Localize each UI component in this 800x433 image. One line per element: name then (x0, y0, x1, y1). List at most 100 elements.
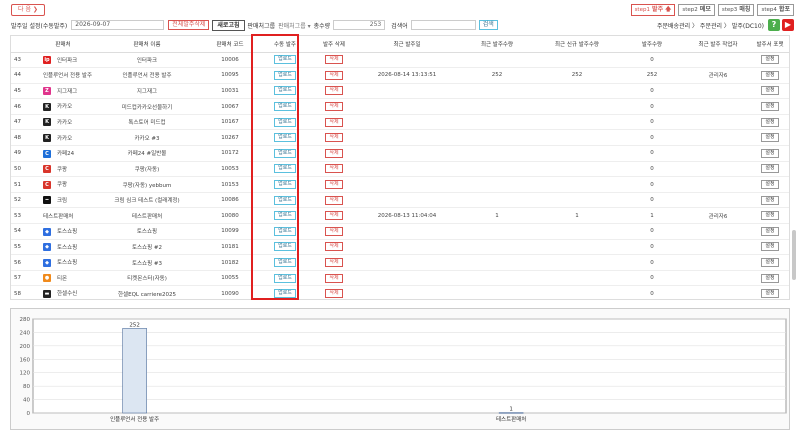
format-settings-button[interactable]: 설정 (761, 117, 779, 127)
delete-button[interactable]: 삭제 (325, 195, 343, 205)
delete-button[interactable]: 삭제 (325, 289, 343, 299)
delete-button[interactable]: 삭제 (325, 273, 343, 283)
delete-button[interactable]: 삭제 (325, 55, 343, 65)
delete-button[interactable]: 삭제 (325, 102, 343, 112)
step-button-2[interactable]: step2 메모 (678, 4, 715, 16)
upload-button[interactable]: 업로드 (274, 164, 296, 174)
format-settings-button[interactable]: 설정 (761, 258, 779, 268)
format-settings-button[interactable]: 설정 (761, 273, 779, 283)
step-prefix: step2 (682, 7, 698, 13)
shop-code-text: 10031 (221, 87, 239, 94)
upload-button[interactable]: 업로드 (274, 273, 296, 283)
shop-display-name-text: 쿠팡(자동) yebbum (122, 182, 172, 189)
shop-cell: Z 지그재그 (33, 83, 93, 100)
play-icon[interactable]: ▶ (782, 19, 794, 31)
format-settings-button[interactable]: 설정 (761, 86, 779, 96)
order-qty-text: 0 (650, 259, 654, 266)
delete-button-cell: 삭제 (311, 176, 357, 193)
row-number-text: 48 (14, 134, 21, 141)
upload-button[interactable]: 업로드 (274, 102, 296, 112)
column-header: 발주 삭제 (311, 36, 357, 53)
order-qty: 0 (617, 270, 687, 287)
delete-all-orders-button[interactable]: 전체발주삭제 (168, 20, 210, 30)
recent-order-worker (687, 223, 749, 240)
delete-button[interactable]: 삭제 (325, 226, 343, 236)
delete-button[interactable]: 삭제 (325, 117, 343, 127)
recent-new-order-qty-text: 252 (571, 72, 583, 79)
row-number-text: 54 (14, 228, 21, 235)
table-body: 43 ip 인터파크 인터파크 10006 업로드 삭제 0 설정 44 인플루언서 전용 발주 인플… (11, 52, 789, 299)
format-settings-button[interactable]: 설정 (761, 211, 779, 221)
delete-button[interactable]: 삭제 (325, 86, 343, 96)
format-settings-button-cell: 설정 (749, 239, 789, 256)
delete-button-cell: 삭제 (311, 254, 357, 271)
delete-button[interactable]: 삭제 (325, 164, 343, 174)
format-settings-button[interactable]: 설정 (761, 102, 779, 112)
refresh-button[interactable]: 새로고침 (212, 19, 245, 31)
shop-name: 지그재그 (57, 88, 78, 95)
search-input[interactable] (410, 20, 476, 30)
y-tick-label: 160 (20, 357, 31, 363)
delete-button[interactable]: 삭제 (325, 180, 343, 190)
upload-button[interactable]: 업로드 (274, 195, 296, 205)
delete-button[interactable]: 삭제 (325, 148, 343, 158)
delete-button[interactable]: 삭제 (325, 258, 343, 268)
upload-button[interactable]: 업로드 (274, 148, 296, 158)
breadcrumb: 주문배송관리 〉 주문관리 〉 발주(DC10) (657, 23, 764, 30)
table-row: 52 ━ 크림 크림 심크 테스트 (컬래계정) 10086 업로드 삭제 0 설정 (11, 192, 789, 209)
upload-button[interactable]: 업로드 (274, 226, 296, 236)
recent-order-qty (457, 161, 537, 178)
recent-order-qty: 252 (457, 67, 537, 84)
column-header: 판매처 이름 (93, 36, 201, 53)
y-tick-label: 120 (20, 371, 31, 377)
delete-button-cell: 삭제 (311, 129, 357, 147)
upload-button[interactable]: 업로드 (274, 258, 296, 268)
format-settings-button-cell: 설정 (749, 161, 789, 178)
format-settings-button[interactable]: 설정 (761, 242, 779, 252)
format-settings-button[interactable]: 설정 (761, 70, 779, 80)
upload-button[interactable]: 업로드 (274, 55, 296, 65)
format-settings-button-cell: 설정 (749, 98, 789, 115)
upload-button[interactable]: 업로드 (274, 289, 296, 299)
format-settings-button[interactable]: 설정 (761, 195, 779, 205)
format-settings-button[interactable]: 설정 (761, 289, 779, 299)
format-settings-button[interactable]: 설정 (761, 180, 779, 190)
format-settings-button[interactable]: 설정 (761, 164, 779, 174)
upload-button[interactable]: 업로드 (274, 70, 296, 80)
shop-display-name-text: 토스쇼핑 (136, 229, 158, 236)
shop-display-name: 티켓몬스터(자동) (93, 270, 201, 287)
shop-display-name: 카페24 #일반몰 (93, 145, 201, 162)
delete-button[interactable]: 삭제 (325, 242, 343, 252)
help-button[interactable]: ? (768, 19, 780, 31)
next-button[interactable]: 다 음 ❯ (11, 4, 45, 16)
upload-button[interactable]: 업로드 (274, 133, 296, 143)
row-number: 53 (11, 207, 33, 225)
upload-button[interactable]: 업로드 (274, 211, 296, 221)
step-button-1[interactable]: step1 발주 🡅 (630, 4, 676, 16)
format-settings-button[interactable]: 설정 (761, 226, 779, 236)
format-settings-button[interactable]: 설정 (761, 55, 779, 65)
shop-group-select[interactable]: 판매처그룹 ▾ (278, 21, 311, 30)
step-button-3[interactable]: step3 매칭 (717, 4, 755, 16)
shop-name: 쿠팡 (57, 166, 68, 173)
format-settings-button[interactable]: 설정 (761, 148, 779, 158)
delete-button[interactable]: 삭제 (325, 133, 343, 143)
recent-order-date (357, 145, 457, 162)
upload-button[interactable]: 업로드 (274, 86, 296, 96)
row-number-text: 51 (14, 181, 21, 188)
delete-button[interactable]: 삭제 (325, 211, 343, 221)
shop-code-text: 10086 (221, 197, 239, 204)
table-row: 57 ● 티몬 티켓몬스터(자동) 10055 업로드 삭제 0 설정 (11, 270, 789, 287)
order-qty-text: 0 (650, 197, 654, 204)
step-button-4[interactable]: step4 합포 (757, 4, 794, 16)
delete-button[interactable]: 삭제 (325, 70, 343, 80)
format-settings-button[interactable]: 설정 (761, 133, 779, 143)
search-button[interactable]: 검색 (478, 20, 498, 30)
order-date-input[interactable]: 2026-09-07 (71, 20, 165, 30)
upload-button[interactable]: 업로드 (274, 117, 296, 127)
order-qty-text: 0 (650, 181, 654, 188)
table-scrollbar[interactable] (792, 230, 796, 280)
step-label: 메모 (697, 6, 711, 13)
upload-button[interactable]: 업로드 (274, 180, 296, 190)
upload-button[interactable]: 업로드 (274, 242, 296, 252)
